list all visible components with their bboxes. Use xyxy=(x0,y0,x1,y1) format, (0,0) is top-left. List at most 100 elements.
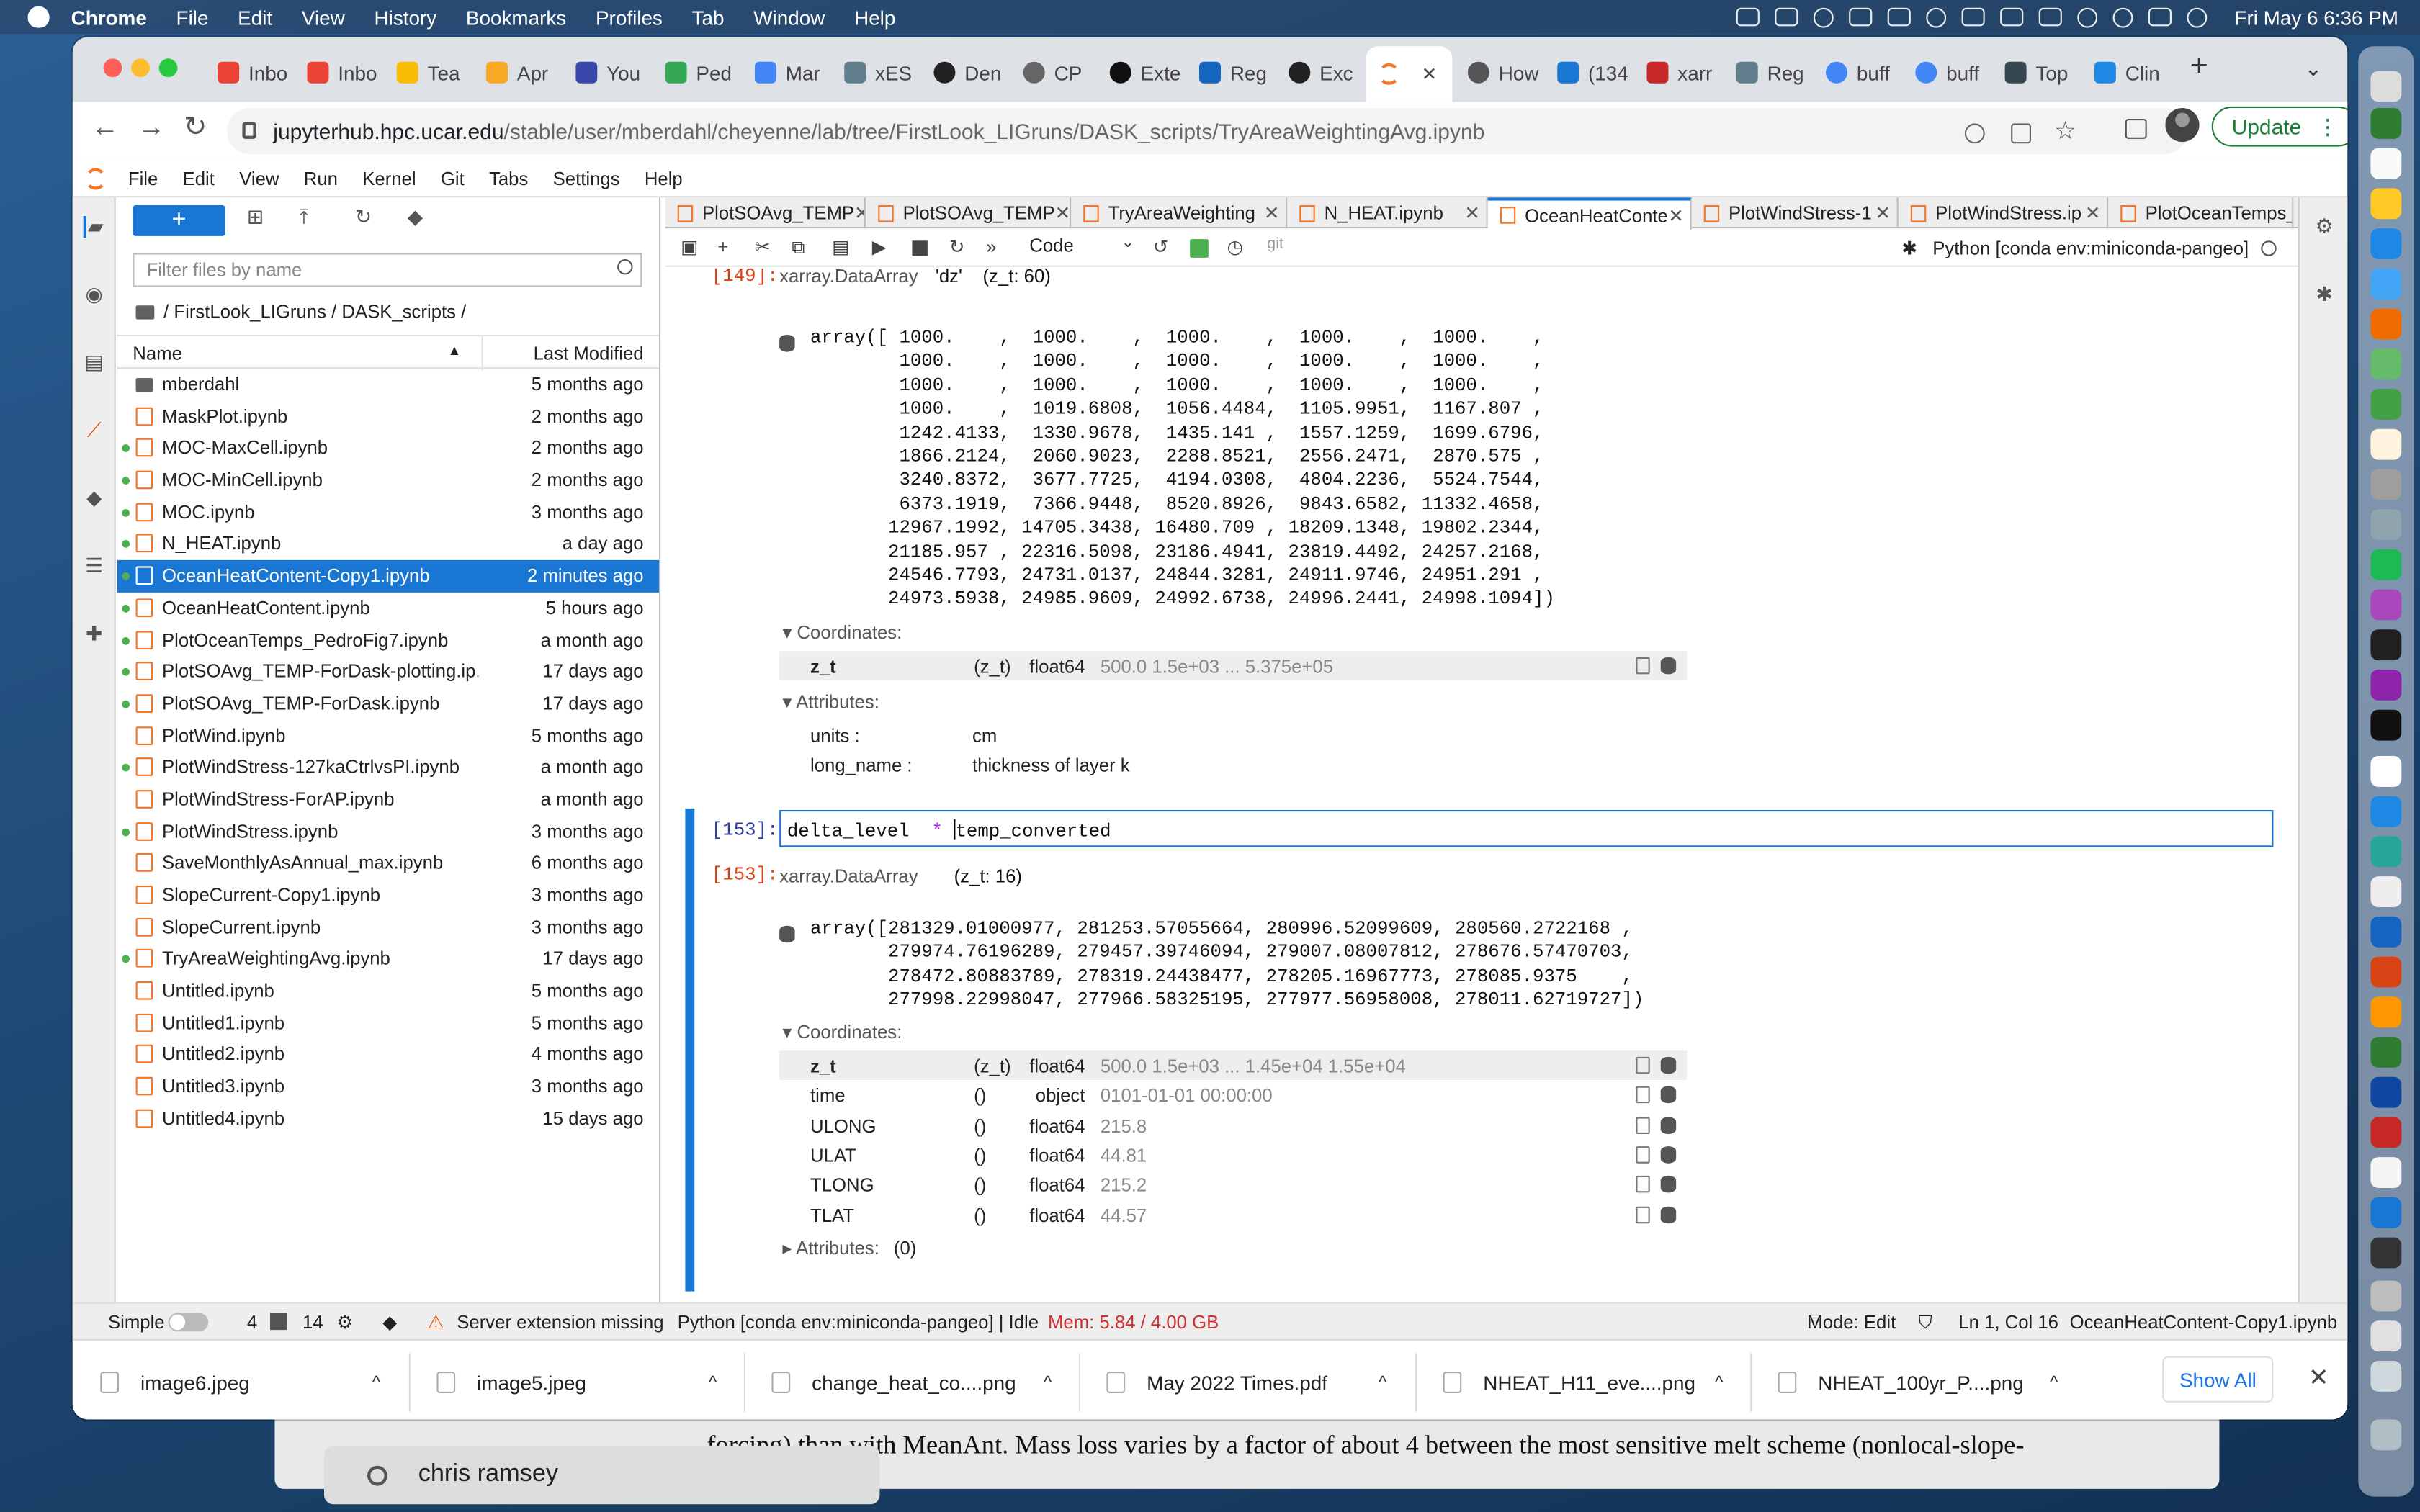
dock-app-icon[interactable] xyxy=(2370,836,2402,868)
lock-icon[interactable] xyxy=(242,122,256,139)
dock-app-icon[interactable] xyxy=(2370,509,2402,540)
cursor-position[interactable]: Ln 1, Col 16 xyxy=(1958,1311,2058,1333)
refresh-icon[interactable]: ↻ xyxy=(355,205,372,230)
attributes-toggle[interactable]: ▸ Attributes: (0) xyxy=(782,1238,916,1259)
bluetooth-icon[interactable] xyxy=(1999,7,2023,27)
close-tab-icon[interactable]: ✕ xyxy=(1422,63,1438,85)
close-tab-icon[interactable]: ✕ xyxy=(1264,202,1280,224)
extension-icon[interactable]: ✚ xyxy=(84,623,105,645)
browser-tab[interactable]: buff xyxy=(1826,53,1909,93)
gear-icon[interactable]: ⚙ xyxy=(336,1311,353,1333)
toc-icon[interactable]: ▤ xyxy=(84,351,105,374)
cell-type-select[interactable]: Code ⌄ xyxy=(1029,235,1137,256)
dock-app-icon[interactable] xyxy=(2370,876,2402,907)
jmenu-kernel[interactable]: Kernel xyxy=(362,168,416,189)
reload-button[interactable]: ↻ xyxy=(184,111,207,143)
paste-icon[interactable]: ▤ xyxy=(832,236,849,258)
chevron-up-icon[interactable]: ^ xyxy=(1379,1372,1387,1393)
tab-search-chevron-icon[interactable]: ⌄ xyxy=(2304,55,2322,81)
download-item[interactable]: image5.jpeg xyxy=(436,1356,586,1409)
menubar-app-name[interactable]: Chrome xyxy=(71,6,147,29)
folder-icon[interactable] xyxy=(135,305,155,319)
dock-app-icon[interactable] xyxy=(2370,629,2402,661)
data-icon[interactable] xyxy=(1660,1176,1677,1193)
menubar-clock[interactable]: Fri May 6 6:36 PM xyxy=(2234,6,2398,29)
dock-app-icon[interactable] xyxy=(2370,1197,2402,1228)
file-list-item[interactable]: MOC.ipynb 3 months ago xyxy=(117,496,659,528)
extension-icon[interactable] xyxy=(1774,7,1798,27)
close-tab-icon[interactable]: ✕ xyxy=(854,202,864,224)
jmenu-file[interactable]: File xyxy=(128,168,158,189)
column-last-modified[interactable]: Last Modified xyxy=(534,343,644,364)
close-tab-icon[interactable]: ✕ xyxy=(2085,202,2101,224)
jmenu-view[interactable]: View xyxy=(239,168,279,189)
dock-app-icon[interactable] xyxy=(2370,956,2402,988)
attrs-icon[interactable] xyxy=(1636,1086,1650,1104)
bookmark-star-icon[interactable]: ☆ xyxy=(2054,116,2076,147)
file-list-item[interactable]: PlotWindStress.ipynb 3 months ago xyxy=(117,816,659,847)
dock-app-icon[interactable] xyxy=(2370,428,2402,460)
dock-app-icon[interactable] xyxy=(2370,1076,2402,1108)
new-folder-icon[interactable]: ⊞ xyxy=(247,205,264,230)
download-item[interactable]: May 2022 Times.pdf xyxy=(1106,1356,1327,1409)
share-icon[interactable] xyxy=(2011,123,2031,144)
debugger-icon[interactable]: ✱ xyxy=(2313,283,2335,305)
doc-tab[interactable]: PlotOceanTemps_ xyxy=(2108,197,2294,229)
close-tab-icon[interactable]: ✕ xyxy=(1668,204,1684,226)
menubar-item-history[interactable]: History xyxy=(375,6,437,29)
doc-tab-active[interactable]: OceanHeatConte ✕ xyxy=(1487,197,1692,230)
browser-tab[interactable]: Clin xyxy=(2094,53,2174,93)
dock-app-icon[interactable] xyxy=(2370,389,2402,420)
gear-icon[interactable]: ⚙ xyxy=(2313,215,2335,238)
file-list-item[interactable]: PlotWind.ipynb 5 months ago xyxy=(117,720,659,752)
download-item[interactable]: NHEAT_100yr_P....png xyxy=(1778,1356,2024,1409)
browser-tab[interactable]: You xyxy=(575,53,655,93)
menubar-item-help[interactable]: Help xyxy=(854,6,895,29)
dock-app-icon[interactable] xyxy=(2370,228,2402,259)
running-icon[interactable]: ◉ xyxy=(84,283,105,305)
menubar-item-view[interactable]: View xyxy=(302,6,345,29)
attrs-icon[interactable] xyxy=(1636,1056,1650,1074)
git-icon[interactable]: ◆ xyxy=(84,487,105,509)
doc-tab[interactable]: PlotWindStress.ip ✕ xyxy=(1899,197,2109,229)
control-center-icon[interactable] xyxy=(2148,7,2172,27)
doc-tab[interactable]: PlotWindStress-1 ✕ xyxy=(1692,197,1899,229)
back-button[interactable]: ← xyxy=(91,111,119,143)
dock-app-icon[interactable] xyxy=(2370,709,2402,741)
battery-icon[interactable] xyxy=(2038,7,2062,27)
file-list-item[interactable]: PlotWindStress-127kaCtrlvsPI.ipynb a mont… xyxy=(117,752,659,783)
data-icon[interactable] xyxy=(1660,1086,1677,1104)
download-item[interactable]: image6.jpeg xyxy=(100,1356,250,1409)
shield-icon[interactable]: ⛉ xyxy=(1919,1311,1932,1334)
dock-app-icon[interactable] xyxy=(2370,148,2402,179)
file-list-item[interactable]: mberdahl 5 months ago xyxy=(117,369,659,400)
file-list-item[interactable]: Untitled4.ipynb 15 days ago xyxy=(117,1103,659,1135)
jmenu-edit[interactable]: Edit xyxy=(183,168,215,189)
attrs-icon[interactable] xyxy=(1636,1176,1650,1193)
menubar-item-profiles[interactable]: Profiles xyxy=(596,6,663,29)
file-list-item[interactable]: PlotSOAvg_TEMP-ForDask.ipynb 17 days ago xyxy=(117,688,659,719)
camera-icon[interactable] xyxy=(1736,7,1760,27)
dock-app-icon[interactable] xyxy=(2370,268,2402,300)
browser-tab[interactable]: Ped xyxy=(665,53,745,93)
terminals-count[interactable]: 4 xyxy=(247,1311,257,1333)
close-window-button[interactable] xyxy=(103,58,122,78)
dock-app-icon[interactable] xyxy=(2370,469,2402,500)
table-icon[interactable] xyxy=(1190,239,1209,258)
doc-tab[interactable]: N_HEAT.ipynb ✕ xyxy=(1287,197,1488,229)
jmenu-tabs[interactable]: Tabs xyxy=(489,168,528,189)
refresh-icon[interactable]: ↺ xyxy=(1153,236,1169,258)
dock-app-icon[interactable] xyxy=(2370,108,2402,139)
browser-tab[interactable]: Inbo xyxy=(307,53,387,93)
coordinates-toggle[interactable]: ▾ Coordinates: xyxy=(782,1022,902,1043)
coordinates-toggle[interactable]: ▾ Coordinates: xyxy=(782,622,902,644)
chevron-up-icon[interactable]: ^ xyxy=(372,1372,380,1393)
address-bar[interactable]: jupyterhub.hpc.ucar.edu/stable/user/mber… xyxy=(227,108,2187,155)
menubar-item-file[interactable]: File xyxy=(176,6,209,29)
kernel-indicator[interactable]: ✱ Python [conda env:miniconda-pangeo] xyxy=(1901,238,2277,259)
column-name[interactable]: Name xyxy=(133,343,182,364)
attrs-icon[interactable] xyxy=(1636,1205,1650,1223)
browser-tab[interactable]: Mar xyxy=(754,53,835,93)
dock-app-icon[interactable] xyxy=(2370,996,2402,1028)
siri-icon[interactable] xyxy=(1813,6,1834,27)
